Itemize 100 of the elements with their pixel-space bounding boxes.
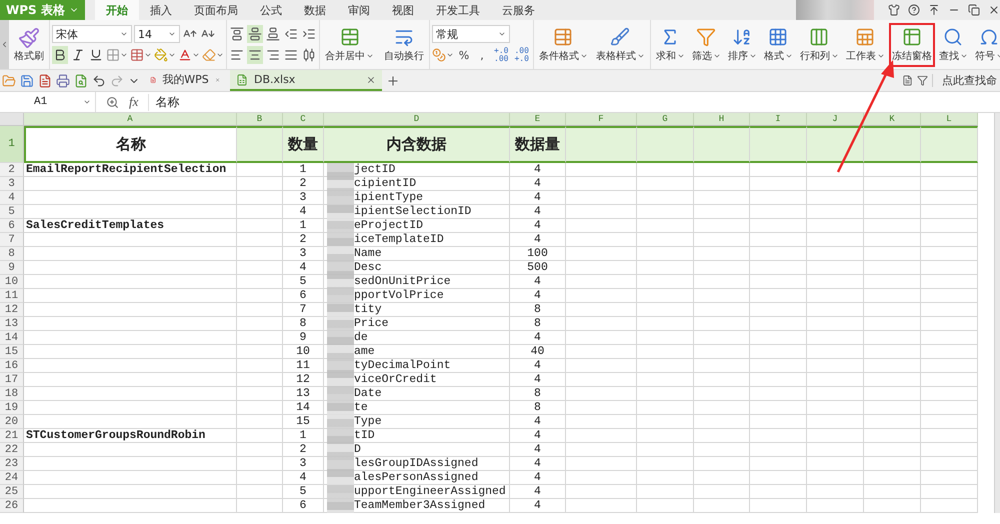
- row-header[interactable]: 21: [0, 429, 24, 443]
- row-header[interactable]: 22: [0, 443, 24, 457]
- ribbon-tab[interactable]: 审阅: [336, 0, 381, 20]
- decrease-decimal-button[interactable]: .00 +.0: [512, 47, 531, 63]
- document-tab[interactable]: 我的WPS: [144, 70, 226, 91]
- app-menu-button[interactable]: WPS 表格: [0, 0, 85, 20]
- freeze-panes-button[interactable]: 冻结窗格: [888, 22, 935, 66]
- command-search-field[interactable]: 点此查找命: [932, 74, 1000, 87]
- row-header[interactable]: 18: [0, 387, 24, 401]
- sigma-button[interactable]: 求和: [652, 22, 688, 66]
- table-cell: 数据量: [510, 126, 566, 163]
- preview-icon: [74, 74, 88, 88]
- align-button[interactable]: [247, 25, 263, 43]
- table-cell: [864, 191, 921, 205]
- table-cell: [750, 415, 807, 429]
- name-box[interactable]: A1: [0, 92, 96, 112]
- row-header[interactable]: 11: [0, 289, 24, 303]
- column-header[interactable]: F: [566, 113, 637, 126]
- columns-button[interactable]: 行和列: [796, 22, 842, 66]
- row-header[interactable]: 20: [0, 415, 24, 429]
- number-format-dropdown[interactable]: 常规: [432, 25, 510, 43]
- row-header[interactable]: 26: [0, 499, 24, 513]
- row-header[interactable]: 19: [0, 401, 24, 415]
- table-cell: [921, 219, 978, 233]
- scrollbar[interactable]: [994, 113, 1000, 513]
- filter-icon: [917, 75, 928, 86]
- align-button[interactable]: [301, 46, 317, 64]
- ribbon-tab[interactable]: 开发工具: [424, 0, 491, 20]
- document-tab[interactable]: DB.xlsx: [230, 70, 382, 91]
- table-cell: [237, 163, 283, 177]
- table-cell: [807, 485, 864, 499]
- row-header[interactable]: 7: [0, 233, 24, 247]
- ribbon-tab[interactable]: 页面布局: [182, 0, 249, 20]
- ribbon-tab[interactable]: 数据: [292, 0, 337, 20]
- align-button[interactable]: [229, 25, 245, 43]
- ribbon-tab[interactable]: 云服务: [490, 0, 546, 20]
- merge-button[interactable]: 合并居中: [322, 22, 377, 66]
- table-cell: 4: [510, 373, 566, 387]
- omega-button[interactable]: 符号: [972, 22, 1000, 66]
- row-header[interactable]: 14: [0, 331, 24, 345]
- sheet-button[interactable]: 工作表: [842, 22, 888, 66]
- search-button[interactable]: 查找: [936, 22, 971, 66]
- column-header[interactable]: J: [807, 113, 864, 126]
- row-header[interactable]: 25: [0, 485, 24, 499]
- row-header[interactable]: 15: [0, 345, 24, 359]
- grid-button[interactable]: 格式: [760, 22, 796, 66]
- sort-button[interactable]: 排序: [724, 22, 760, 66]
- row-header[interactable]: 2: [0, 163, 24, 177]
- column-header[interactable]: C: [283, 113, 324, 126]
- cell-style-button[interactable]: [130, 46, 152, 64]
- row-header[interactable]: 12: [0, 303, 24, 317]
- font-size-dropdown[interactable]: 14: [134, 25, 180, 43]
- table-cell: [694, 303, 750, 317]
- ribbon-tab[interactable]: 公式: [248, 0, 293, 20]
- align-icon: [248, 48, 262, 62]
- column-header[interactable]: I: [750, 113, 807, 126]
- table-cell: [694, 457, 750, 471]
- column-header[interactable]: H: [694, 113, 750, 126]
- column-header[interactable]: L: [921, 113, 978, 126]
- column-header[interactable]: A: [24, 113, 237, 126]
- row-header[interactable]: 13: [0, 317, 24, 331]
- brush-button[interactable]: 表格样式: [592, 22, 648, 66]
- table-button[interactable]: 条件格式: [536, 22, 591, 66]
- row-header[interactable]: 10: [0, 275, 24, 289]
- percent-button[interactable]: %: [456, 46, 472, 64]
- column-header[interactable]: D: [324, 113, 510, 126]
- row-header[interactable]: 1: [0, 126, 24, 163]
- row-header[interactable]: 9: [0, 261, 24, 275]
- row-header[interactable]: 4: [0, 191, 24, 205]
- row-header[interactable]: 8: [0, 247, 24, 261]
- table-cell: [566, 191, 637, 205]
- format-painter-button[interactable]: 格式刷: [11, 22, 47, 66]
- comma-button[interactable]: ,: [474, 46, 490, 64]
- function-label[interactable]: fx: [129, 94, 138, 110]
- row-header[interactable]: 23: [0, 457, 24, 471]
- font-name-dropdown[interactable]: 宋体: [52, 25, 132, 43]
- ribbon-tab[interactable]: 插入: [138, 0, 183, 20]
- increase-decimal-button[interactable]: +.0 .00: [492, 47, 510, 63]
- row-header[interactable]: 3: [0, 177, 24, 191]
- row-header[interactable]: 16: [0, 359, 24, 373]
- table-cell: 8: [283, 317, 324, 331]
- column-header[interactable]: B: [237, 113, 283, 126]
- row-header[interactable]: 5: [0, 205, 24, 219]
- bold-button[interactable]: [52, 46, 68, 64]
- ribbon-tab[interactable]: 开始: [94, 0, 139, 20]
- row-header[interactable]: 24: [0, 471, 24, 485]
- table-cell: [921, 373, 978, 387]
- column-header[interactable]: K: [864, 113, 921, 126]
- row-header[interactable]: 17: [0, 373, 24, 387]
- caret-icon: [168, 51, 176, 59]
- align-button[interactable]: [265, 25, 281, 43]
- column-header[interactable]: E: [510, 113, 566, 126]
- wrap-text-button[interactable]: 自动换行: [381, 22, 427, 66]
- row-header[interactable]: 6: [0, 219, 24, 233]
- funnel-button[interactable]: 筛选: [688, 22, 724, 66]
- table-cell: [864, 359, 921, 373]
- ribbon-tab[interactable]: 视图: [380, 0, 425, 20]
- column-header[interactable]: G: [637, 113, 694, 126]
- align-button[interactable]: [247, 46, 263, 64]
- fill-color-button[interactable]: [154, 46, 176, 64]
